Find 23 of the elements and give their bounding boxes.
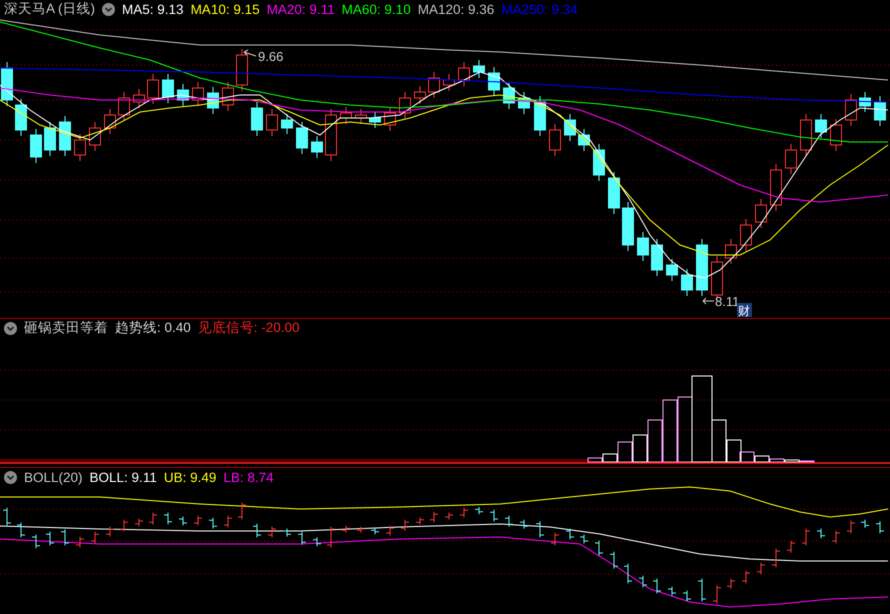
indicator-value: BOLL: 9.11 <box>90 470 157 484</box>
dropdown-icon[interactable] <box>4 322 17 334</box>
low-price-label: 8.11 <box>715 294 740 309</box>
indicator-title: BOLL(20) <box>24 470 83 484</box>
indicator-value: 见底信号: -20.00 <box>198 319 300 337</box>
leader-line <box>702 298 714 304</box>
indicator-value: MA10: 9.15 <box>190 2 260 16</box>
indicator-value: LB: 8.74 <box>223 470 274 484</box>
indicator-value: 趋势线: 0.40 <box>115 319 191 337</box>
dropdown-icon[interactable] <box>4 470 17 484</box>
chart-title: 深天马A (日线) <box>4 0 96 18</box>
indicator-value: UB: 9.49 <box>164 470 216 484</box>
finance-badge[interactable]: 财 <box>737 303 752 318</box>
histogram-bar <box>678 396 692 462</box>
indicator-value: MA250: 9.34 <box>501 2 578 16</box>
dropdown-icon[interactable] <box>102 2 116 16</box>
indicator-value: MA5: 9.13 <box>122 2 184 16</box>
indicator-title: 砸锅卖田等着 <box>24 319 108 337</box>
high-price-label: 9.66 <box>258 49 284 64</box>
leader-line <box>244 50 256 56</box>
indicator-value: MA120: 9.36 <box>418 2 494 16</box>
indicator-value: MA20: 9.11 <box>266 2 335 16</box>
indicator-value: MA60: 9.10 <box>342 2 411 16</box>
